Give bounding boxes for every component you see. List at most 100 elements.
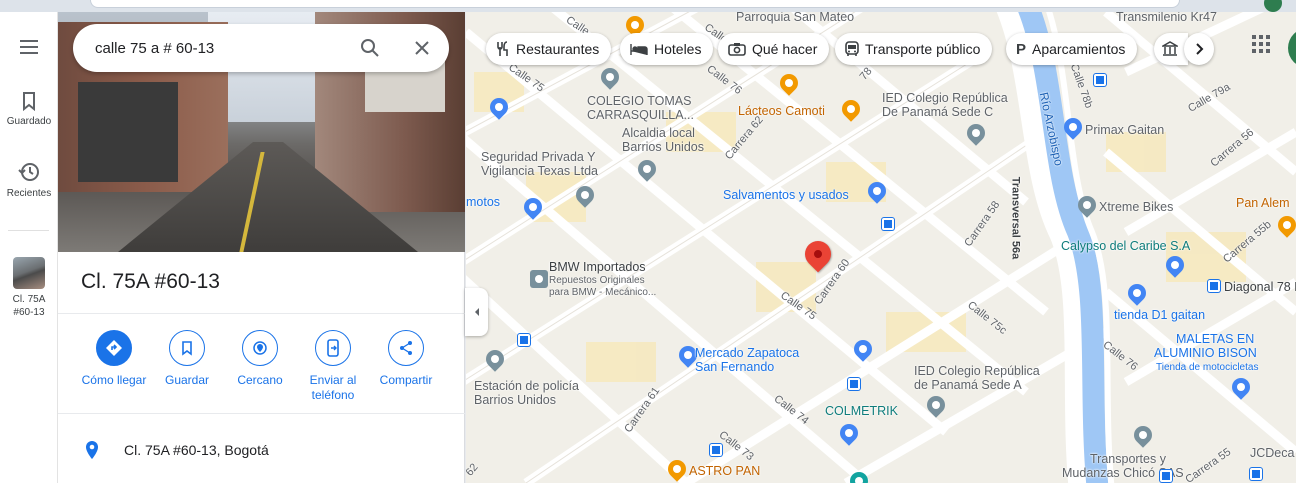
map-canvas[interactable]: Calle Calle 75 Calle 76 Carrera 62 Carre… [466,12,1296,483]
address-row[interactable]: Cl. 75A #60-13, Bogotá [84,440,269,460]
chevron-left-icon [474,308,479,316]
search-input[interactable] [95,37,335,59]
poi-label[interactable]: Vigilancia Texas Ltda [481,164,598,178]
search-button[interactable] [358,36,382,60]
museum-icon [1162,41,1178,57]
rail-item-recent-place[interactable]: Cl. 75A #60-13 [0,257,58,319]
rail-divider [8,230,49,231]
poi-label[interactable]: ALUMINIO BISON [1154,346,1257,360]
rail-label-saved: Guardado [6,116,52,127]
poi-label[interactable]: Barrios Unidos [622,140,704,154]
poi-label[interactable]: Transportes y [1090,452,1166,466]
browser-profile-button[interactable] [1264,0,1282,12]
directions-button[interactable]: Cómo llegar [74,330,154,388]
nearby-icon [253,341,267,355]
rail-label-recent: Recientes [6,188,52,199]
rail-recent-line1: Cl. 75A [12,294,46,305]
poi-label[interactable]: De Panamá Sede C [882,105,993,119]
chip-hotels[interactable]: Hoteles [620,33,714,65]
poi-label[interactable]: San Fernando [695,360,774,374]
poi-label[interactable]: motos [466,195,500,209]
poi-label[interactable]: Lácteos Camoti [738,104,825,118]
poi-label[interactable]: JCDeca [1250,446,1294,460]
share-button[interactable]: Compartir [366,330,446,388]
bus-stop-icon[interactable] [1160,470,1172,482]
poi-label[interactable]: Seguridad Privada Y [481,150,595,164]
poi-label[interactable]: ASTRO PAN [689,464,760,478]
poi-label[interactable]: COLEGIO TOMAS [587,94,691,108]
poi-label[interactable]: Calypso del Caribe S.A [1061,239,1190,253]
bus-stop-icon[interactable] [518,334,530,346]
bus-stop-icon[interactable] [710,444,722,456]
bus-stop-icon[interactable] [1094,74,1106,86]
poi-label[interactable]: Transmilenio Kr47 [1116,12,1217,24]
rail-item-recent[interactable]: Recientes [0,160,58,199]
chip-label: Aparcamientos [1032,41,1126,57]
chip-more-category[interactable] [1154,33,1188,65]
bus-icon [845,41,859,57]
chip-restaurants[interactable]: Restaurantes [486,33,612,65]
bed-icon [630,42,648,56]
poi-label[interactable]: Pan Alem [1236,196,1290,210]
poi-label[interactable]: para BMW - Mecánico... [549,286,656,300]
poi-label[interactable]: tienda D1 gaitan [1114,308,1205,322]
save-button[interactable]: Guardar [147,330,227,388]
poi-label[interactable]: Barrios Unidos [474,393,556,407]
close-icon [415,41,429,55]
rail-item-saved[interactable]: Guardado [0,90,58,127]
poi-label[interactable]: CARRASQUILLA... [587,108,694,122]
bookmark-icon [182,341,192,356]
share-label: Compartir [379,373,433,387]
bus-stop-icon[interactable] [848,378,860,390]
place-panel: Cl. 75A #60-13 Cómo llegar Guardar Cerca… [58,12,465,483]
chip-public-transport[interactable]: Transporte público [835,33,993,65]
collapse-panel-button[interactable] [465,288,488,336]
browser-address-bar-edge[interactable] [90,0,1180,8]
browser-top-strip [0,0,1296,12]
poi-label[interactable]: Xtreme Bikes [1099,200,1173,214]
poi-label[interactable]: Alcaldia local [622,126,695,140]
chip-parking[interactable]: P Aparcamientos [1006,33,1138,65]
chip-things-to-do[interactable]: Qué hacer [718,33,830,65]
fork-knife-icon [496,41,510,57]
apps-grid-button[interactable] [1251,34,1271,54]
poi-label[interactable]: Tienda de motocicletas [1156,361,1258,375]
search-icon [361,39,379,57]
poi-label[interactable]: Primax Gaitan [1085,123,1164,137]
camera-icon [728,42,746,56]
poi-label[interactable]: Diagonal 78 B [1224,280,1296,294]
send-to-phone-label-2: teléfono [311,388,355,402]
send-to-phone-button[interactable]: Enviar al teléfono [293,330,373,403]
chips-scroll-right-button[interactable] [1184,33,1214,65]
bus-stop-icon[interactable] [1250,468,1262,480]
place-thumbnail [13,257,45,289]
chip-label: Hoteles [654,41,702,57]
poi-label[interactable]: IED Colegio República [914,364,1040,378]
chevron-right-icon [1196,43,1204,55]
poi-label[interactable]: BMW Importados [549,260,646,274]
poi-label[interactable]: Salvamentos y usados [723,188,849,202]
poi-label[interactable]: IED Colegio República [882,91,1008,105]
poi-label[interactable]: Parroquia San Mateo [736,12,854,24]
poi-label[interactable]: MALETAS EN [1176,332,1254,346]
action-bar: Cómo llegar Guardar Cercano Enviar al te… [72,330,462,410]
poi-label[interactable]: Mercado Zapatoca [695,346,799,360]
place-title: Cl. 75A #60-13 [81,270,220,293]
share-icon [400,341,412,355]
nearby-button[interactable]: Cercano [220,330,300,388]
directions-icon [106,340,122,356]
menu-button[interactable] [0,38,58,56]
address-text: Cl. 75A #60-13, Bogotá [124,442,269,458]
clear-search-button[interactable] [410,36,434,60]
poi-label[interactable]: de Panamá Sede A [914,378,1022,392]
directions-label: Cómo llegar [81,373,147,387]
poi-label[interactable]: COLMETRIK [825,404,898,418]
poi-label[interactable]: Estación de policía [474,379,579,393]
store-pin-icon[interactable] [530,270,548,288]
bus-stop-icon[interactable] [882,218,894,230]
bus-stop-icon[interactable] [1208,280,1220,292]
history-icon [18,163,39,181]
left-rail: Guardado Recientes Cl. 75A #60-13 [0,12,58,483]
chip-label: Transporte público [865,41,981,57]
save-label: Guardar [164,373,210,387]
